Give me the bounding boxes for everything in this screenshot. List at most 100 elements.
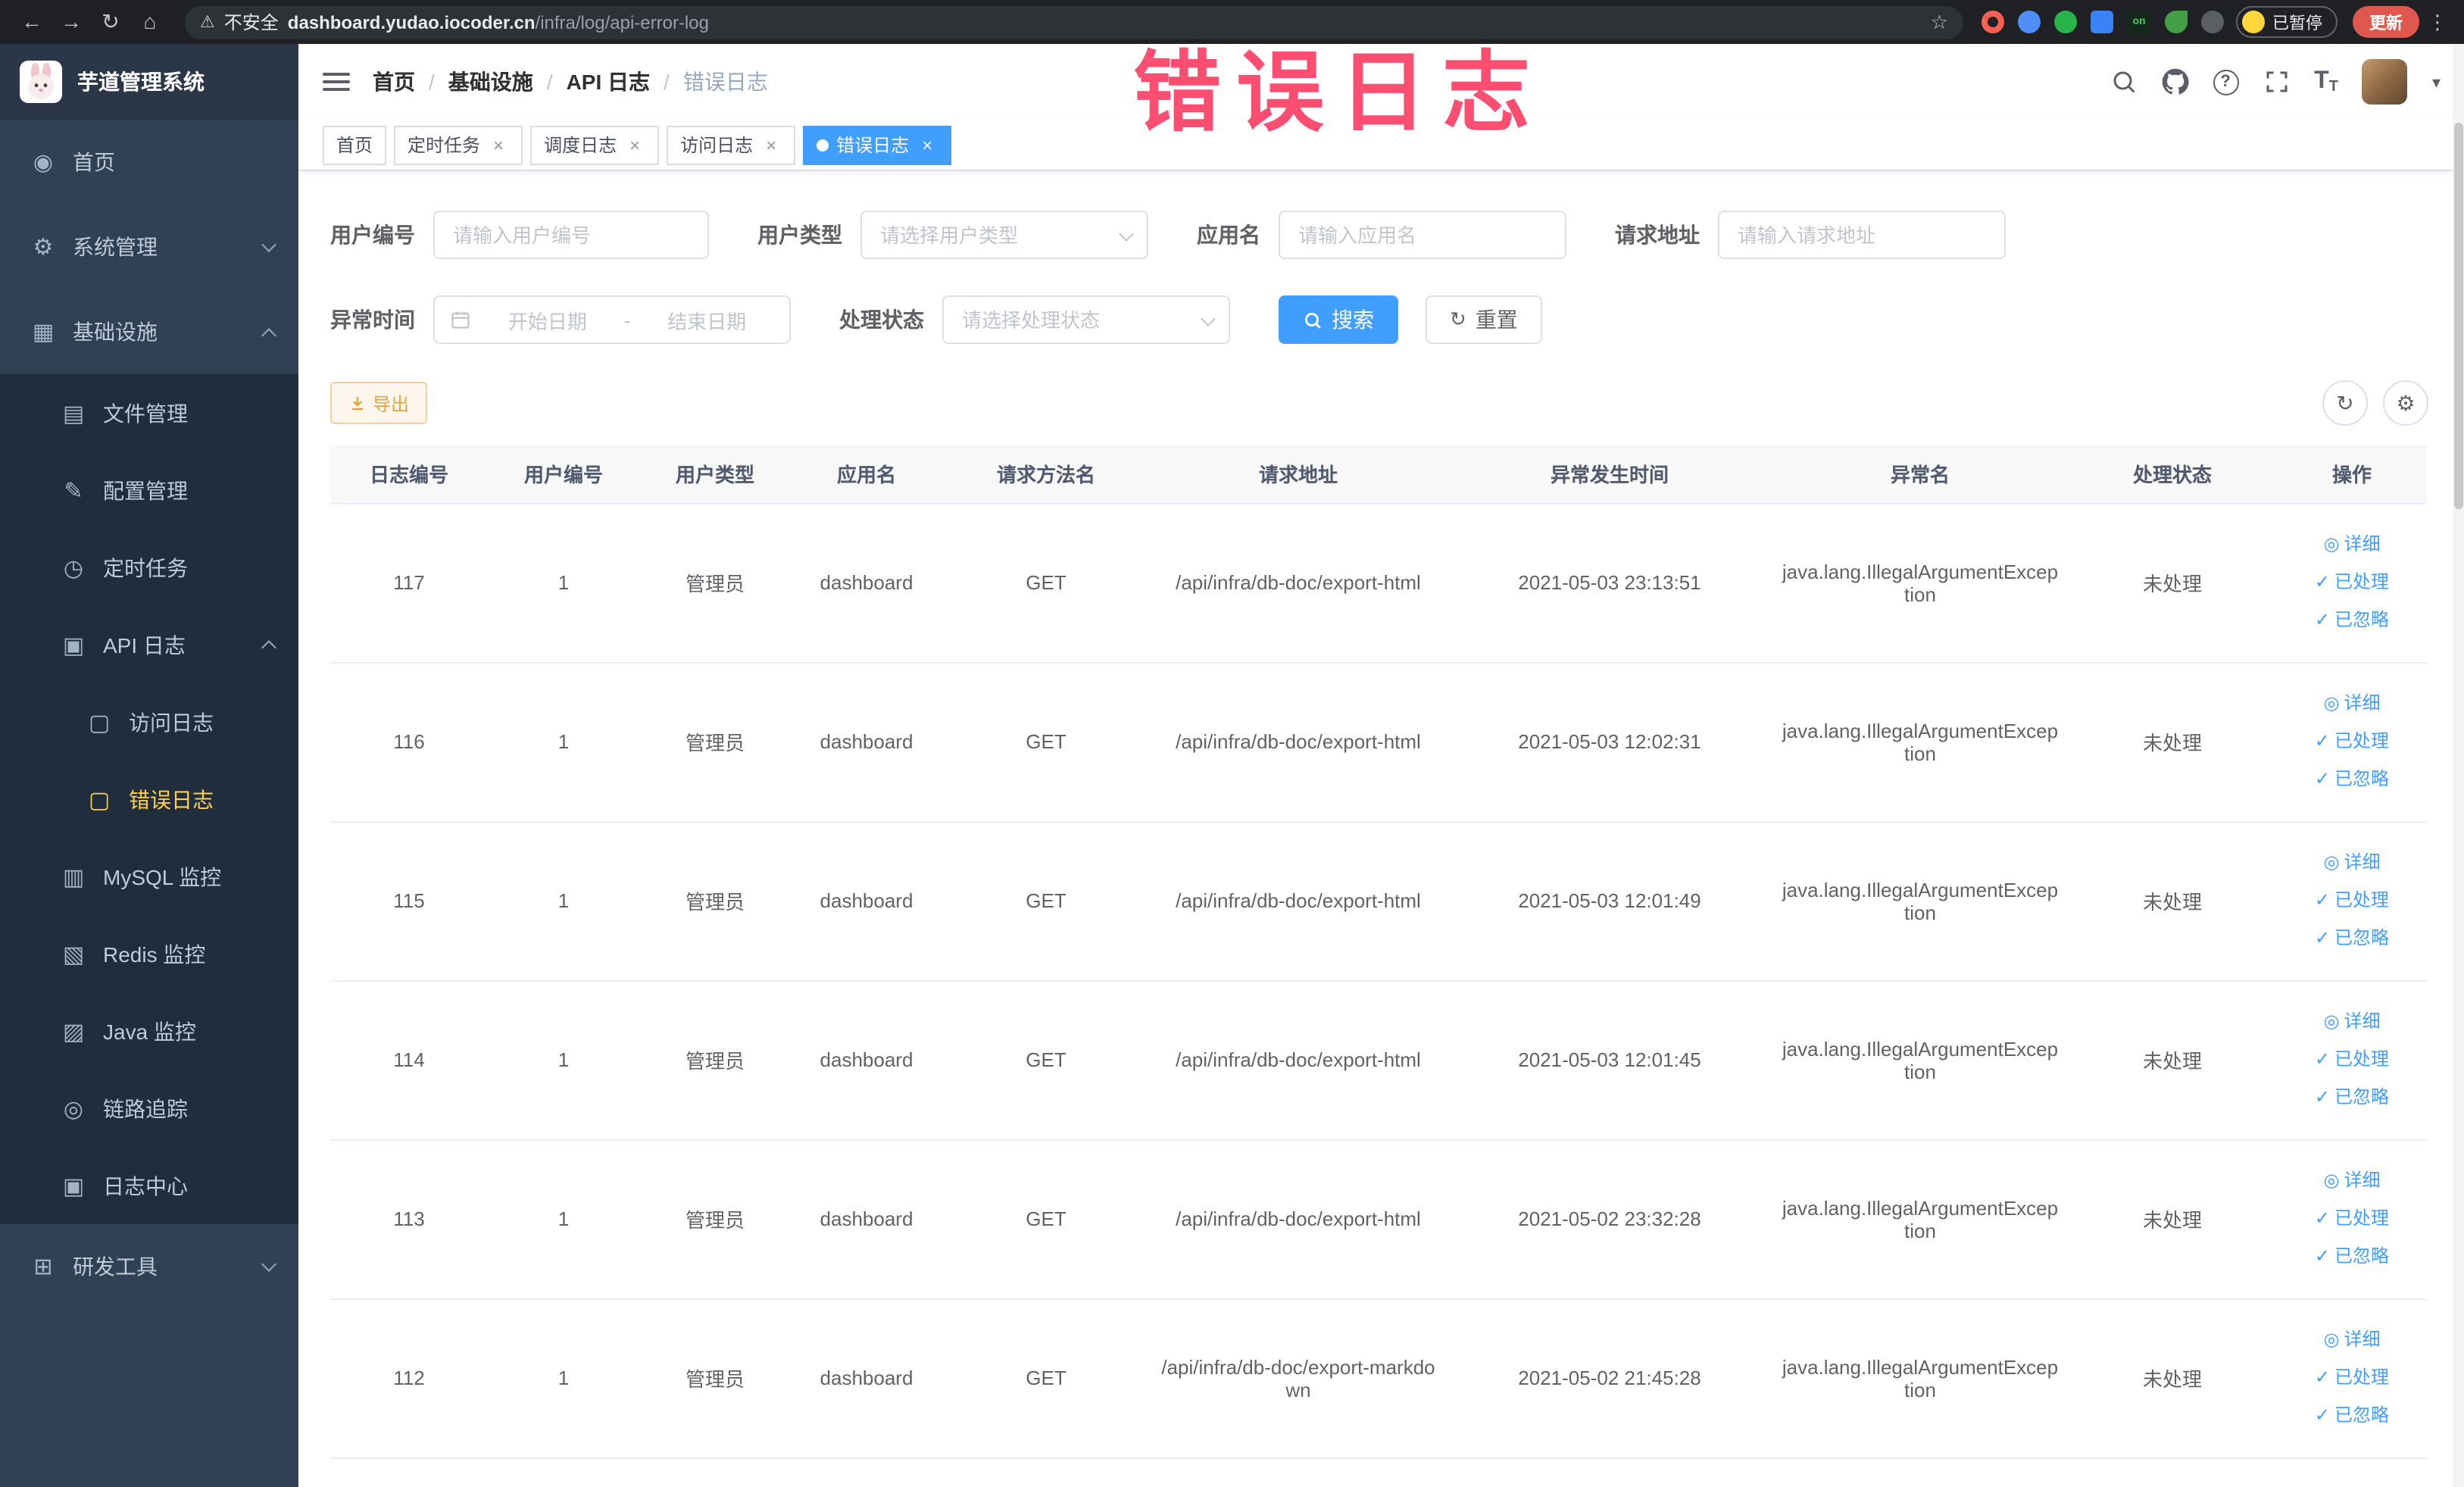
github-icon[interactable] — [2161, 68, 2188, 95]
help-icon[interactable]: ? — [2213, 69, 2239, 95]
user-type-select[interactable] — [860, 211, 1148, 259]
profile-paused-badge[interactable]: 已暂停 — [2236, 6, 2338, 38]
col-request-url: 请求地址 — [1150, 445, 1447, 504]
sidebar-item-mysql-monitor[interactable]: ▥ MySQL 监控 — [0, 838, 298, 915]
extension-grid-icon[interactable] — [2091, 11, 2113, 33]
table-tools: ↻ ⚙ — [2322, 380, 2428, 426]
reset-button[interactable]: ↻ 重置 — [1426, 295, 1542, 344]
col-log-id: 日志编号 — [330, 445, 488, 504]
extension-paw-icon[interactable] — [2201, 11, 2224, 33]
back-icon[interactable]: ← — [15, 0, 48, 44]
address-bar[interactable]: ⚠ 不安全 dashboard.yudao.iocoder.cn/infra/l… — [185, 5, 1963, 39]
breadcrumb-home[interactable]: 首页 — [373, 67, 415, 97]
eye-icon: ◎ — [2323, 533, 2340, 555]
extension-green-icon[interactable] — [2054, 11, 2077, 33]
processed-link[interactable]: ✓ 已处理 — [2284, 564, 2419, 601]
document-icon: ▢ — [88, 710, 111, 736]
sidebar-item-dev-tools[interactable]: ⊞ 研发工具 — [0, 1224, 298, 1309]
search-button[interactable]: 搜索 — [1279, 295, 1398, 344]
user-type-select-input[interactable] — [860, 211, 1148, 259]
detail-link[interactable]: ◎ 详细 — [2284, 1162, 2419, 1200]
sidebar-item-scheduled-tasks[interactable]: ◷ 定时任务 — [0, 529, 298, 606]
detail-link[interactable]: ◎ 详细 — [2284, 526, 2419, 564]
detail-link[interactable]: ◎ 详细 — [2284, 1003, 2419, 1041]
sidebar-toggle-icon[interactable] — [323, 73, 350, 91]
tab-scheduled-tasks[interactable]: 定时任务 × — [394, 125, 523, 164]
close-icon[interactable]: × — [488, 134, 509, 155]
url-text[interactable]: dashboard.yudao.iocoder.cn/infra/log/api… — [288, 11, 1922, 33]
ignored-link[interactable]: ✓ 已忽略 — [2284, 761, 2419, 798]
request-url-input[interactable] — [1718, 211, 2006, 259]
extension-drop-icon[interactable] — [2018, 11, 2041, 33]
sidebar-item-redis-monitor[interactable]: ▧ Redis 监控 — [0, 915, 298, 992]
sidebar-item-home[interactable]: ◉ 首页 — [0, 120, 298, 205]
search-icon[interactable] — [2110, 68, 2137, 95]
processed-link[interactable]: ✓ 已处理 — [2284, 1200, 2419, 1238]
breadcrumb-api-log[interactable]: API 日志 — [567, 67, 650, 97]
sidebar-item-api-log[interactable]: ▣ API 日志 — [0, 606, 298, 683]
gear-icon: ⚙ — [2396, 390, 2416, 414]
request-method-cell: GET — [942, 662, 1150, 822]
sidebar-item-java-monitor[interactable]: ▨ Java 监控 — [0, 992, 298, 1070]
tab-schedule-log[interactable]: 调度日志 × — [530, 125, 660, 164]
logo[interactable]: 芋道管理系统 — [0, 44, 298, 120]
actions-cell: ◎ 详细 ✓ 已处理 ✓ 已忽略 — [2277, 1139, 2427, 1299]
table-row: 113 1 管理员 dashboard GET /api/infra/db-do… — [330, 1139, 2427, 1299]
sidebar-item-file-management[interactable]: ▤ 文件管理 — [0, 374, 298, 451]
process-status-select-input[interactable] — [942, 295, 1230, 344]
extension-leaf-icon[interactable] — [2165, 11, 2188, 33]
ignored-link[interactable]: ✓ 已忽略 — [2284, 1079, 2419, 1117]
reload-icon[interactable]: ↻ — [94, 0, 127, 44]
sidebar-item-config-management[interactable]: ✎ 配置管理 — [0, 451, 298, 529]
user-avatar[interactable] — [2362, 59, 2408, 105]
sidebar-item-log-center[interactable]: ▣ 日志中心 — [0, 1147, 298, 1224]
extension-donut-icon[interactable] — [1982, 11, 2004, 33]
sidebar-item-infrastructure[interactable]: ▦ 基础设施 — [0, 289, 298, 374]
ignored-link[interactable]: ✓ 已忽略 — [2284, 1238, 2419, 1276]
tab-error-log[interactable]: 错误日志 × — [803, 125, 952, 164]
app-name-input[interactable] — [1279, 211, 1566, 259]
detail-link[interactable]: ◎ 详细 — [2284, 685, 2419, 723]
forward-icon[interactable]: → — [55, 0, 88, 44]
tab-home[interactable]: 首页 — [323, 125, 387, 164]
detail-link[interactable]: ◎ 详细 — [2284, 844, 2419, 882]
ignored-link[interactable]: ✓ 已忽略 — [2284, 1397, 2419, 1435]
close-icon[interactable]: × — [760, 134, 782, 155]
extension-on-badge[interactable]: on — [2127, 10, 2151, 34]
scrollbar-thumb[interactable] — [2454, 123, 2463, 509]
processed-link[interactable]: ✓ 已处理 — [2284, 1041, 2419, 1079]
fullscreen-icon[interactable] — [2263, 68, 2290, 95]
refresh-button[interactable]: ↻ — [2322, 380, 2368, 426]
app-name-cell: dashboard — [791, 821, 942, 981]
font-size-icon[interactable]: TT — [2314, 68, 2338, 95]
close-icon[interactable]: × — [917, 134, 938, 155]
ignored-link[interactable]: ✓ 已忽略 — [2284, 920, 2419, 957]
process-status-select[interactable] — [942, 295, 1230, 344]
sidebar-item-error-log[interactable]: ▢ 错误日志 — [0, 761, 298, 838]
tab-access-log[interactable]: 访问日志 × — [667, 125, 796, 164]
date-range-picker[interactable]: 开始日期 - 结束日期 — [433, 295, 791, 344]
sidebar-item-system-management[interactable]: ⚙ 系统管理 — [0, 205, 298, 289]
processed-link[interactable]: ✓ 已处理 — [2284, 1359, 2419, 1397]
filter-app-name: 应用名 — [1197, 211, 1566, 259]
breadcrumb-infrastructure[interactable]: 基础设施 — [448, 67, 533, 97]
processed-link[interactable]: ✓ 已处理 — [2284, 723, 2419, 761]
exception-name-cell: java.lang.IllegalArgumentException — [1772, 1298, 2068, 1458]
page-scrollbar[interactable] — [2453, 44, 2464, 1487]
column-settings-button[interactable]: ⚙ — [2383, 380, 2428, 426]
sidebar-item-access-log[interactable]: ▢ 访问日志 — [0, 683, 298, 761]
home-icon[interactable]: ⌂ — [133, 0, 167, 44]
bookmark-star-icon[interactable]: ☆ — [1931, 10, 1948, 34]
avatar-caret-down-icon[interactable]: ▾ — [2432, 72, 2441, 92]
export-button[interactable]: 导出 — [330, 382, 428, 424]
sidebar-item-link-tracing[interactable]: ◎ 链路追踪 — [0, 1070, 298, 1147]
user-id-input[interactable] — [433, 211, 709, 259]
table-row: 112 1 管理员 dashboard GET /api/infra/db-do… — [330, 1298, 2427, 1458]
detail-link[interactable]: ◎ 详细 — [2284, 1321, 2419, 1359]
processed-link[interactable]: ✓ 已处理 — [2284, 882, 2419, 920]
browser-update-button[interactable]: 更新 — [2353, 6, 2419, 38]
url-path: /infra/log/api-error-log — [535, 11, 709, 33]
close-icon[interactable]: × — [624, 134, 645, 155]
browser-menu-icon[interactable]: ⋮ — [2425, 10, 2450, 34]
ignored-link[interactable]: ✓ 已忽略 — [2284, 601, 2419, 639]
